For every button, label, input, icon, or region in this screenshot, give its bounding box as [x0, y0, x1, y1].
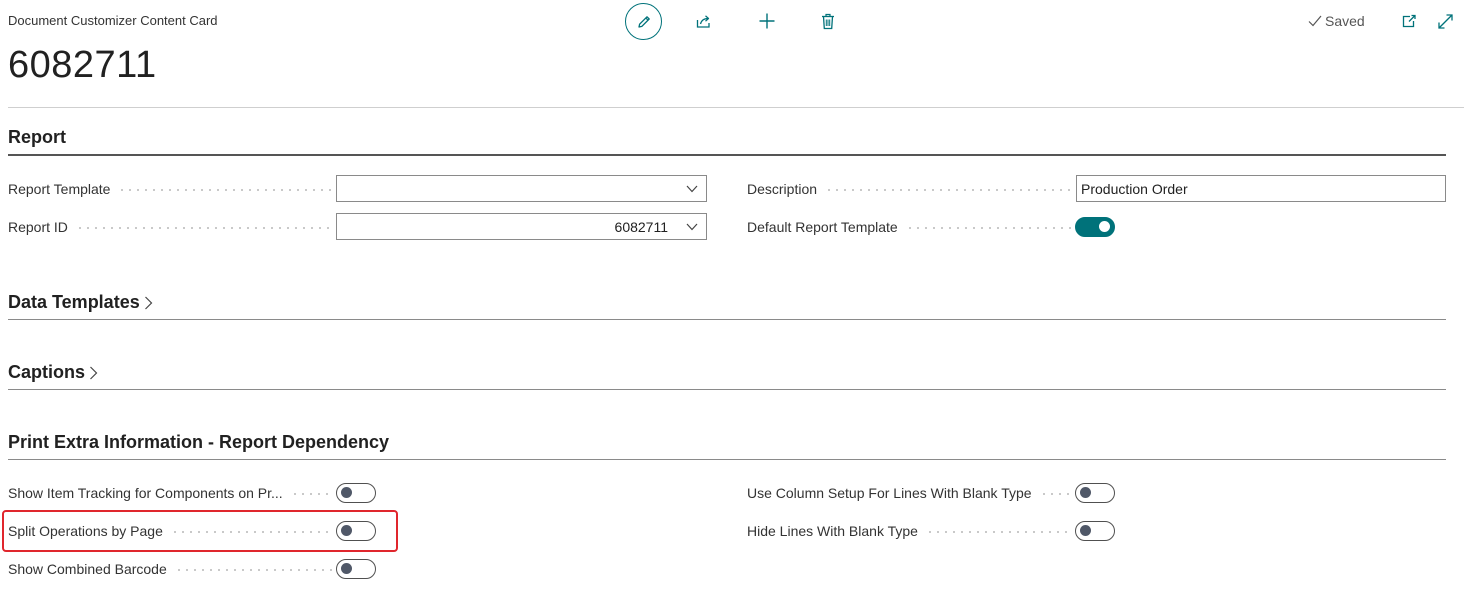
open-in-new-window-icon — [1402, 14, 1416, 28]
use-column-setup-label: Use Column Setup For Lines With Blank Ty… — [747, 484, 1075, 502]
label-dot-leader — [174, 569, 332, 571]
hide-lines-blank-label-text: Hide Lines With Blank Type — [747, 523, 918, 539]
report-id-label: Report ID — [8, 218, 336, 236]
saved-status: Saved — [1308, 13, 1365, 29]
default-report-template-label: Default Report Template — [747, 218, 1076, 236]
page-caption: Document Customizer Content Card — [8, 13, 218, 28]
default-report-template-label-text: Default Report Template — [747, 219, 898, 235]
toggle-knob — [341, 487, 352, 498]
toggle-knob — [1080, 487, 1091, 498]
record-title: 6082711 — [8, 44, 157, 86]
section-captions-header[interactable]: Captions — [8, 362, 98, 383]
show-combined-barcode-label-text: Show Combined Barcode — [8, 561, 167, 577]
label-dot-leader — [1039, 493, 1071, 495]
label-dot-leader — [905, 227, 1072, 229]
show-item-tracking-label: Show Item Tracking for Components on Pr.… — [8, 484, 336, 502]
toggle-knob — [1080, 525, 1091, 536]
chevron-down-icon — [678, 185, 706, 193]
report-template-label-text: Report Template — [8, 181, 111, 197]
hide-lines-blank-toggle[interactable] — [1075, 521, 1115, 541]
label-dot-leader — [290, 493, 332, 495]
new-button[interactable] — [749, 3, 785, 39]
report-id-label-text: Report ID — [8, 219, 68, 235]
hide-lines-blank-label: Hide Lines With Blank Type — [747, 522, 1075, 540]
label-dot-leader — [925, 531, 1071, 533]
section-data-templates-title: Data Templates — [8, 292, 140, 312]
chevron-down-icon — [678, 223, 706, 231]
section-report-divider — [8, 154, 1446, 156]
section-report-title: Report — [8, 127, 66, 147]
label-dot-leader — [118, 189, 332, 191]
section-captions-title: Captions — [8, 362, 86, 382]
show-combined-barcode-label: Show Combined Barcode — [8, 560, 336, 578]
highlight-annotation-box — [2, 510, 398, 552]
label-dot-leader — [825, 189, 1072, 191]
use-column-setup-label-text: Use Column Setup For Lines With Blank Ty… — [747, 485, 1032, 501]
default-report-template-toggle[interactable] — [1075, 217, 1115, 237]
report-id-value: 6082711 — [614, 218, 668, 235]
content-card-page: Document Customizer Content Card 6082711 — [0, 0, 1469, 611]
edit-button[interactable] — [625, 3, 662, 40]
section-data-templates-divider — [8, 319, 1446, 320]
header-divider — [8, 107, 1464, 108]
toggle-knob — [1099, 221, 1110, 232]
open-in-new-window-button[interactable] — [1398, 10, 1420, 32]
section-print-extra-title: Print Extra Information - Report Depende… — [8, 432, 390, 452]
expand-icon — [1437, 13, 1453, 29]
plus-icon — [759, 13, 775, 29]
use-column-setup-toggle[interactable] — [1075, 483, 1115, 503]
expand-button[interactable] — [1434, 10, 1456, 32]
section-data-templates-header[interactable]: Data Templates — [8, 292, 153, 313]
show-combined-barcode-toggle[interactable] — [336, 559, 376, 579]
description-label-text: Description — [747, 181, 818, 197]
toggle-knob — [341, 563, 352, 574]
show-item-tracking-label-text: Show Item Tracking for Components on Pr.… — [8, 485, 283, 501]
pencil-icon — [637, 15, 650, 28]
report-template-label: Report Template — [8, 180, 336, 198]
chevron-right-icon — [90, 366, 98, 379]
section-captions-divider — [8, 389, 1446, 390]
saved-label: Saved — [1325, 13, 1365, 29]
label-dot-leader — [75, 227, 332, 229]
trash-icon — [822, 13, 834, 29]
share-button[interactable] — [686, 3, 722, 39]
description-field[interactable]: Production Order — [1076, 175, 1446, 202]
share-icon — [696, 15, 710, 28]
report-id-select[interactable]: 6082711 — [336, 213, 707, 240]
checkmark-icon — [1308, 15, 1322, 27]
section-print-extra-divider — [8, 459, 1446, 460]
report-template-select[interactable] — [336, 175, 707, 202]
show-item-tracking-toggle[interactable] — [336, 483, 376, 503]
description-label: Description — [747, 180, 1076, 198]
section-report-header[interactable]: Report — [8, 127, 66, 148]
description-value: Production Order — [1081, 180, 1188, 197]
chevron-right-icon — [144, 296, 153, 309]
delete-button[interactable] — [810, 3, 846, 39]
section-print-extra-header[interactable]: Print Extra Information - Report Depende… — [8, 432, 389, 453]
